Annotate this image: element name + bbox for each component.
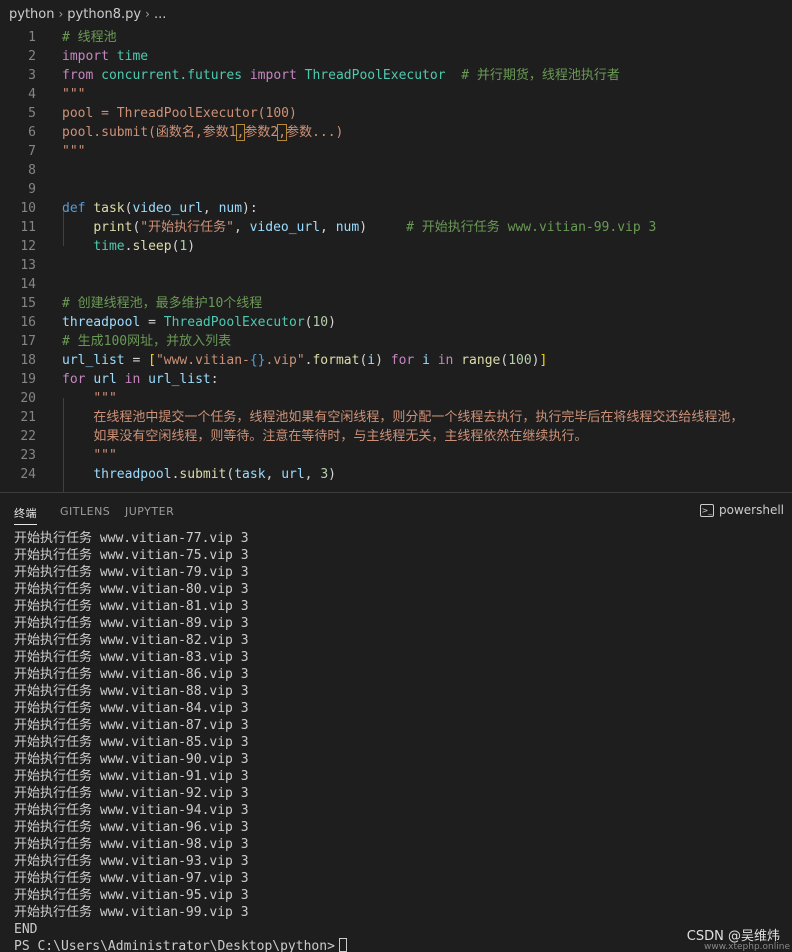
- line-number: 14: [20, 277, 36, 292]
- prompt-text: PS C:\Users\Administrator\Desktop\python…: [14, 939, 335, 952]
- shell-label: powershell: [719, 503, 784, 517]
- tab-terminal[interactable]: 终端: [14, 505, 37, 525]
- terminal-line: 开始执行任务 www.vitian-84.vip 3: [14, 701, 249, 716]
- terminal-line: 开始执行任务 www.vitian-89.vip 3: [14, 616, 249, 631]
- code-editor[interactable]: 1 # 线程池 2 import time 3 from concurrent.fut…: [0, 28, 792, 492]
- terminal-line: 开始执行任务 www.vitian-91.vip 3: [14, 769, 249, 784]
- line-number: 22: [20, 429, 36, 444]
- terminal-line: 开始执行任务 www.vitian-94.vip 3: [14, 803, 249, 818]
- terminal-line: END: [14, 922, 38, 937]
- terminal-line: 开始执行任务 www.vitian-92.vip 3: [14, 786, 249, 801]
- terminal-icon: >_: [700, 503, 714, 517]
- line-number: 13: [20, 258, 36, 273]
- code-line: 15 # 创建线程池，最多维护10个线程: [0, 294, 792, 313]
- terminal-line: 开始执行任务 www.vitian-82.vip 3: [14, 633, 249, 648]
- terminal-line: 开始执行任务 www.vitian-85.vip 3: [14, 735, 249, 750]
- code-line: 21 在线程池中提交一个任务，线程池如果有空闲线程，则分配一个线程去执行，执行完…: [0, 408, 792, 427]
- line-number: 8: [28, 163, 36, 178]
- breadcrumb-more[interactable]: ...: [154, 7, 166, 22]
- tab-jupyter[interactable]: JUPYTER: [125, 505, 174, 518]
- line-number: 19: [20, 372, 36, 387]
- terminal-line: 开始执行任务 www.vitian-96.vip 3: [14, 820, 249, 835]
- line-number: 4: [28, 87, 36, 102]
- code-line: 8: [0, 161, 792, 180]
- code-line: 9: [0, 180, 792, 199]
- line-number: 17: [20, 334, 36, 349]
- code-line: 22 如果没有空闲线程，则等待。注意在等待时，与主线程无关，主线程依然在继续执行…: [0, 427, 792, 446]
- line-number: 21: [20, 410, 36, 425]
- code-line: 20 """: [0, 389, 792, 408]
- line-number: 3: [28, 68, 36, 83]
- breadcrumb-file[interactable]: python8.py: [67, 7, 141, 22]
- terminal-line: 开始执行任务 www.vitian-88.vip 3: [14, 684, 249, 699]
- code-line: 19 for url in url_list:: [0, 370, 792, 389]
- watermark-url: www.xtephp.online: [704, 942, 790, 952]
- breadcrumb-folder[interactable]: python: [9, 7, 54, 22]
- code-line: 14: [0, 275, 792, 294]
- terminal-line: 开始执行任务 www.vitian-83.vip 3: [14, 650, 249, 665]
- tab-gitlens[interactable]: GITLENS: [60, 505, 110, 518]
- terminal-line: 开始执行任务 www.vitian-80.vip 3: [14, 582, 249, 597]
- code-line: 10 def task(video_url, num):: [0, 199, 792, 218]
- code-line: 4 """: [0, 85, 792, 104]
- line-number: 15: [20, 296, 36, 311]
- line-number: 20: [20, 391, 36, 406]
- code-line: 3 from concurrent.futures import ThreadPo…: [0, 66, 792, 85]
- terminal-line: 开始执行任务 www.vitian-81.vip 3: [14, 599, 249, 614]
- line-number: 23: [20, 448, 36, 463]
- terminal-line: 开始执行任务 www.vitian-77.vip 3: [14, 531, 249, 546]
- line-number: 18: [20, 353, 36, 368]
- line-number: 10: [20, 201, 36, 216]
- code-line: 12 time.sleep(1): [0, 237, 792, 256]
- shell-selector[interactable]: >_ powershell: [700, 503, 784, 517]
- code-line: 24 threadpool.submit(task, url, 3): [0, 465, 792, 484]
- terminal-output[interactable]: 开始执行任务 www.vitian-77.vip 3 开始执行任务 www.vit…: [14, 530, 784, 952]
- chevron-right-icon: ›: [58, 7, 64, 21]
- line-number: 1: [28, 30, 36, 45]
- terminal-cursor: [338, 938, 347, 952]
- code-line: 2 import time: [0, 47, 792, 66]
- terminal-line: 开始执行任务 www.vitian-99.vip 3: [14, 905, 249, 920]
- line-number: 16: [20, 315, 36, 330]
- line-number: 6: [28, 125, 36, 140]
- terminal-line: 开始执行任务 www.vitian-86.vip 3: [14, 667, 249, 682]
- terminal-line: 开始执行任务 www.vitian-79.vip 3: [14, 565, 249, 580]
- code-line: 5 pool = ThreadPoolExecutor(100): [0, 104, 792, 123]
- line-number: 7: [28, 144, 36, 159]
- terminal-line: 开始执行任务 www.vitian-75.vip 3: [14, 548, 249, 563]
- terminal-prompt[interactable]: PS C:\Users\Administrator\Desktop\python…: [14, 938, 784, 952]
- line-number: 11: [20, 220, 36, 235]
- line-number: 12: [20, 239, 36, 254]
- bottom-panel: 终端 GITLENS JUPYTER >_ powershell 开始执行任务 …: [0, 492, 792, 952]
- code-line: 6 pool.submit(函数名,参数1,参数2,参数...): [0, 123, 792, 142]
- terminal-line: 开始执行任务 www.vitian-98.vip 3: [14, 837, 249, 852]
- panel-tabs: 终端 GITLENS JUPYTER >_ powershell: [0, 493, 792, 529]
- breadcrumb: python › python8.py › ...: [0, 0, 792, 28]
- terminal-line: 开始执行任务 www.vitian-90.vip 3: [14, 752, 249, 767]
- code-line: 18 url_list = ["www.vitian-{}.vip".format…: [0, 351, 792, 370]
- terminal-line: 开始执行任务 www.vitian-87.vip 3: [14, 718, 249, 733]
- terminal-line: 开始执行任务 www.vitian-97.vip 3: [14, 871, 249, 886]
- code-line: 7 """: [0, 142, 792, 161]
- code-line: 16 threadpool = ThreadPoolExecutor(10): [0, 313, 792, 332]
- line-number: 2: [28, 49, 36, 64]
- code-line: 23 """: [0, 446, 792, 465]
- code-line: 17 # 生成100网址，并放入列表: [0, 332, 792, 351]
- code-line: 1 # 线程池: [0, 28, 792, 47]
- code-line: 11 print("开始执行任务", video_url, num) # 开始执…: [0, 218, 792, 237]
- terminal-line: 开始执行任务 www.vitian-93.vip 3: [14, 854, 249, 869]
- line-number: 24: [20, 467, 36, 482]
- line-number: 9: [28, 182, 36, 197]
- code-line: 13: [0, 256, 792, 275]
- chevron-right-icon: ›: [145, 7, 150, 21]
- terminal-line: 开始执行任务 www.vitian-95.vip 3: [14, 888, 249, 903]
- line-number: 5: [28, 106, 36, 121]
